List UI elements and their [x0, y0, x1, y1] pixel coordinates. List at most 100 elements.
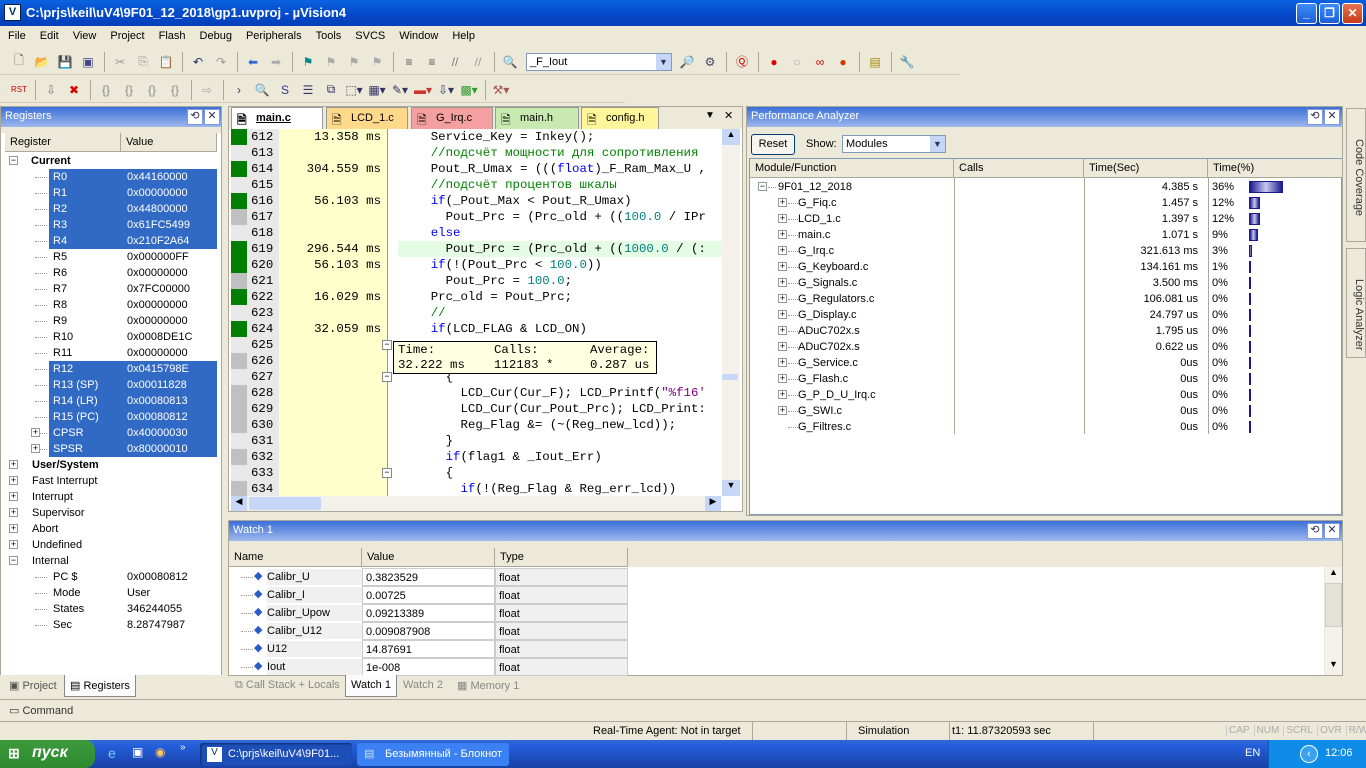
- watch-name[interactable]: Calibr_Upow: [267, 605, 362, 621]
- expand-icon[interactable]: +: [778, 326, 787, 335]
- nav-back-icon[interactable]: ⬅: [242, 51, 264, 73]
- tab-watch-1[interactable]: Watch 1: [345, 675, 397, 697]
- menu-edit[interactable]: Edit: [32, 27, 65, 42]
- pin-icon[interactable]: ⟲: [1307, 523, 1323, 539]
- call-stack-window-icon[interactable]: ⧉: [320, 79, 342, 101]
- show-select[interactable]: Modules ▼: [842, 135, 946, 153]
- column-time-pct[interactable]: Time(%): [1208, 159, 1343, 178]
- reset-button[interactable]: Reset: [751, 134, 795, 155]
- watch-name[interactable]: Calibr_U12: [267, 623, 362, 639]
- register-row[interactable]: R9 0x00000000: [49, 313, 217, 329]
- expand-icon[interactable]: +: [778, 278, 787, 287]
- copy-icon[interactable]: ⎘: [132, 51, 154, 73]
- watch-name[interactable]: Iout: [267, 659, 362, 675]
- register-row[interactable]: R3 0x61FC5499: [49, 217, 217, 233]
- hscroll-thumb[interactable]: [249, 497, 321, 510]
- register-row[interactable]: CPSR 0x40000030: [49, 425, 217, 441]
- column-type[interactable]: Type: [495, 548, 628, 567]
- tab-command[interactable]: ▭ Command: [4, 700, 78, 722]
- register-group[interactable]: Abort: [32, 521, 58, 537]
- menu-svcs[interactable]: SVCS: [347, 27, 391, 42]
- maximize-button[interactable]: ❐: [1319, 3, 1340, 24]
- module-name[interactable]: G_Irq.c: [798, 243, 834, 259]
- breakpoints-kill-all-icon[interactable]: ●: [832, 51, 854, 73]
- expand-icon[interactable]: +: [31, 444, 40, 453]
- expand-icon[interactable]: +: [9, 540, 18, 549]
- menu-view[interactable]: View: [65, 27, 103, 42]
- module-name[interactable]: G_Fiq.c: [798, 195, 837, 211]
- task-uvision[interactable]: V C:\prjs\keil\uV4\9F01...: [200, 743, 352, 766]
- redo-icon[interactable]: ↷: [210, 51, 232, 73]
- column-time-sec[interactable]: Time(Sec): [1084, 159, 1208, 178]
- find-in-files-icon[interactable]: 🔍: [499, 51, 521, 73]
- menu-flash[interactable]: Flash: [151, 27, 192, 42]
- register-row[interactable]: R12 0x0415798E: [49, 361, 217, 377]
- tab-LCD_1-c[interactable]: 🗎 LCD_1.c: [326, 107, 408, 129]
- column-value[interactable]: Value: [362, 548, 495, 567]
- configure-icon[interactable]: 🔧: [896, 51, 918, 73]
- indent-icon[interactable]: ≡: [398, 51, 420, 73]
- command-window-icon[interactable]: ›: [228, 79, 250, 101]
- module-name[interactable]: G_SWI.c: [798, 403, 842, 419]
- watch-scrollbar[interactable]: ▲ ▼: [1325, 567, 1342, 675]
- column-module-function[interactable]: Module/Function: [750, 159, 954, 178]
- quicklaunch-icon[interactable]: ◉: [155, 745, 165, 759]
- bookmark-icon[interactable]: ⚑: [297, 51, 319, 73]
- nav-forward-icon[interactable]: ➡: [265, 51, 287, 73]
- register-row[interactable]: R11 0x00000000: [49, 345, 217, 361]
- step-out-icon[interactable]: {}: [141, 79, 163, 101]
- close-panel-icon[interactable]: ✕: [204, 109, 220, 125]
- register-row[interactable]: R15 (PC) 0x00080812: [49, 409, 217, 425]
- tab-G_Irq-c[interactable]: 🗎 G_Irq.c: [411, 107, 493, 129]
- run-to-cursor-icon[interactable]: {}: [164, 79, 186, 101]
- trace-window-icon[interactable]: ⇩▾: [435, 79, 457, 101]
- expand-icon[interactable]: +: [9, 460, 18, 469]
- new-file-icon[interactable]: 🗋: [8, 51, 30, 73]
- close-tab-icon[interactable]: ✕: [724, 109, 733, 122]
- expand-icon[interactable]: +: [778, 262, 787, 271]
- register-row[interactable]: R4 0x210F2A64: [49, 233, 217, 249]
- module-name[interactable]: G_Signals.c: [798, 275, 857, 291]
- module-name[interactable]: G_Display.c: [798, 307, 856, 323]
- module-name[interactable]: G_Flash.c: [798, 371, 848, 387]
- language-indicator[interactable]: EN: [1245, 747, 1260, 759]
- serial-window-icon[interactable]: ✎▾: [389, 79, 411, 101]
- watch-name[interactable]: Calibr_U: [267, 569, 362, 585]
- tray-expand-icon[interactable]: ‹: [1300, 745, 1318, 763]
- menu-window[interactable]: Window: [391, 27, 444, 42]
- expand-icon[interactable]: +: [778, 294, 787, 303]
- tab-project[interactable]: ▣ Project: [4, 675, 62, 697]
- close-panel-icon[interactable]: ✕: [1324, 109, 1340, 125]
- register-row[interactable]: R13 (SP) 0x00011828: [49, 377, 217, 393]
- register-row[interactable]: R2 0x44800000: [49, 201, 217, 217]
- expand-icon[interactable]: +: [9, 508, 18, 517]
- collapse-icon[interactable]: −: [758, 182, 767, 191]
- register-group[interactable]: Fast Interrupt: [32, 473, 97, 489]
- expand-icon[interactable]: +: [31, 428, 40, 437]
- tab-registers[interactable]: ▤ Registers: [64, 675, 136, 697]
- symbols-window-icon[interactable]: S: [274, 79, 296, 101]
- register-group[interactable]: Undefined: [32, 537, 82, 553]
- tab-call-stack-locals[interactable]: ⧉ Call Stack + Locals: [230, 675, 345, 697]
- disassembly-window-icon[interactable]: 🔍: [251, 79, 273, 101]
- expand-icon[interactable]: +: [9, 524, 18, 533]
- analysis-window-icon[interactable]: ▬▾: [412, 79, 434, 101]
- find-icon[interactable]: 🔎: [676, 51, 698, 73]
- chevron-down-icon[interactable]: ▼: [656, 53, 671, 70]
- expand-icon[interactable]: +: [778, 310, 787, 319]
- module-name[interactable]: ADuC702x.s: [798, 323, 860, 339]
- undo-icon[interactable]: ↶: [187, 51, 209, 73]
- watch-window-icon[interactable]: ⬚▾: [343, 79, 365, 101]
- side-tab-logic-analyzer[interactable]: Logic Analyzer: [1346, 248, 1366, 358]
- register-row[interactable]: R8 0x00000000: [49, 297, 217, 313]
- register-group[interactable]: Supervisor: [32, 505, 85, 521]
- register-row[interactable]: R7 0x7FC00000: [49, 281, 217, 297]
- close-button[interactable]: ✕: [1342, 3, 1363, 24]
- stop-icon[interactable]: ✖: [63, 79, 85, 101]
- show-next-statement-icon[interactable]: ⇨: [196, 79, 218, 101]
- tab-config-h[interactable]: 🗎 config.h: [581, 107, 659, 129]
- minimize-button[interactable]: _: [1296, 3, 1317, 24]
- watch-value[interactable]: 1e-008: [362, 658, 495, 676]
- tab-main-h[interactable]: 🗎 main.h: [495, 107, 579, 129]
- vertical-scrollbar[interactable]: ▲ ▼: [722, 129, 740, 496]
